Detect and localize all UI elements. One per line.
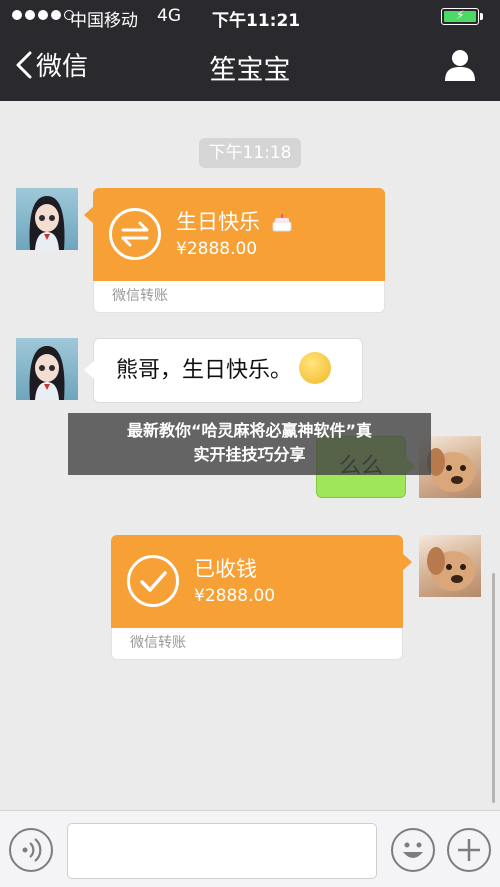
- battery-icon: ⚡: [441, 8, 483, 25]
- overlay-line-1: 最新教你“哈灵麻将必赢神软件”真: [126, 421, 373, 440]
- more-button[interactable]: [447, 828, 491, 872]
- emoji-icon: [299, 352, 332, 384]
- input-bar: [0, 810, 500, 887]
- transfer-title: 已收钱: [194, 557, 257, 581]
- voice-icon: [22, 838, 42, 862]
- voice-button[interactable]: [9, 828, 53, 872]
- network-type: 4G: [157, 6, 181, 26]
- transfer-title: 生日快乐: [176, 206, 293, 236]
- cake-icon: [271, 213, 293, 233]
- top-bar: 中国移动 4G 下午11:21 ⚡ 微信 笙宝宝: [0, 0, 500, 101]
- chat-timestamp: 下午11:18: [199, 138, 301, 168]
- transfer-amount: ¥2888.00: [176, 239, 258, 259]
- avatar-contact[interactable]: [16, 188, 78, 250]
- message-text: 熊哥，生日快乐。: [116, 358, 293, 383]
- exchange-icon: [109, 208, 161, 260]
- smiley-icon: [403, 842, 423, 858]
- carrier-name: 中国移动: [70, 11, 138, 31]
- plus-icon: [458, 839, 480, 861]
- status-time: 下午11:21: [212, 11, 301, 31]
- emoji-button[interactable]: [391, 828, 435, 872]
- profile-icon[interactable]: [443, 48, 477, 82]
- overlay-line-2: 实开挂技巧分享: [193, 445, 306, 464]
- message-input[interactable]: [67, 823, 377, 879]
- avatar-self[interactable]: [419, 535, 481, 597]
- transfer-card-incoming[interactable]: 生日快乐 ¥2888.00 微信转账: [84, 188, 385, 313]
- overlay-caption: 最新教你“哈灵麻将必赢神软件”真 实开挂技巧分享: [68, 413, 431, 475]
- status-bar: 中国移动 4G 下午11:21 ⚡: [0, 0, 500, 34]
- transfer-card-outgoing[interactable]: 已收钱 ¥2888.00 微信转账: [111, 535, 412, 660]
- chat-scrollbar[interactable]: [492, 573, 495, 803]
- check-icon: [127, 555, 179, 607]
- message-bubble-incoming[interactable]: 熊哥，生日快乐。: [84, 338, 363, 403]
- signal-strength-icon: [12, 10, 74, 20]
- transfer-footer: 微信转账: [93, 281, 385, 313]
- nav-bar: 微信 笙宝宝: [0, 34, 500, 101]
- chat-title: 笙宝宝: [209, 55, 291, 86]
- avatar-contact[interactable]: [16, 338, 78, 400]
- transfer-amount: ¥2888.00: [194, 586, 276, 606]
- transfer-footer: 微信转账: [111, 628, 403, 660]
